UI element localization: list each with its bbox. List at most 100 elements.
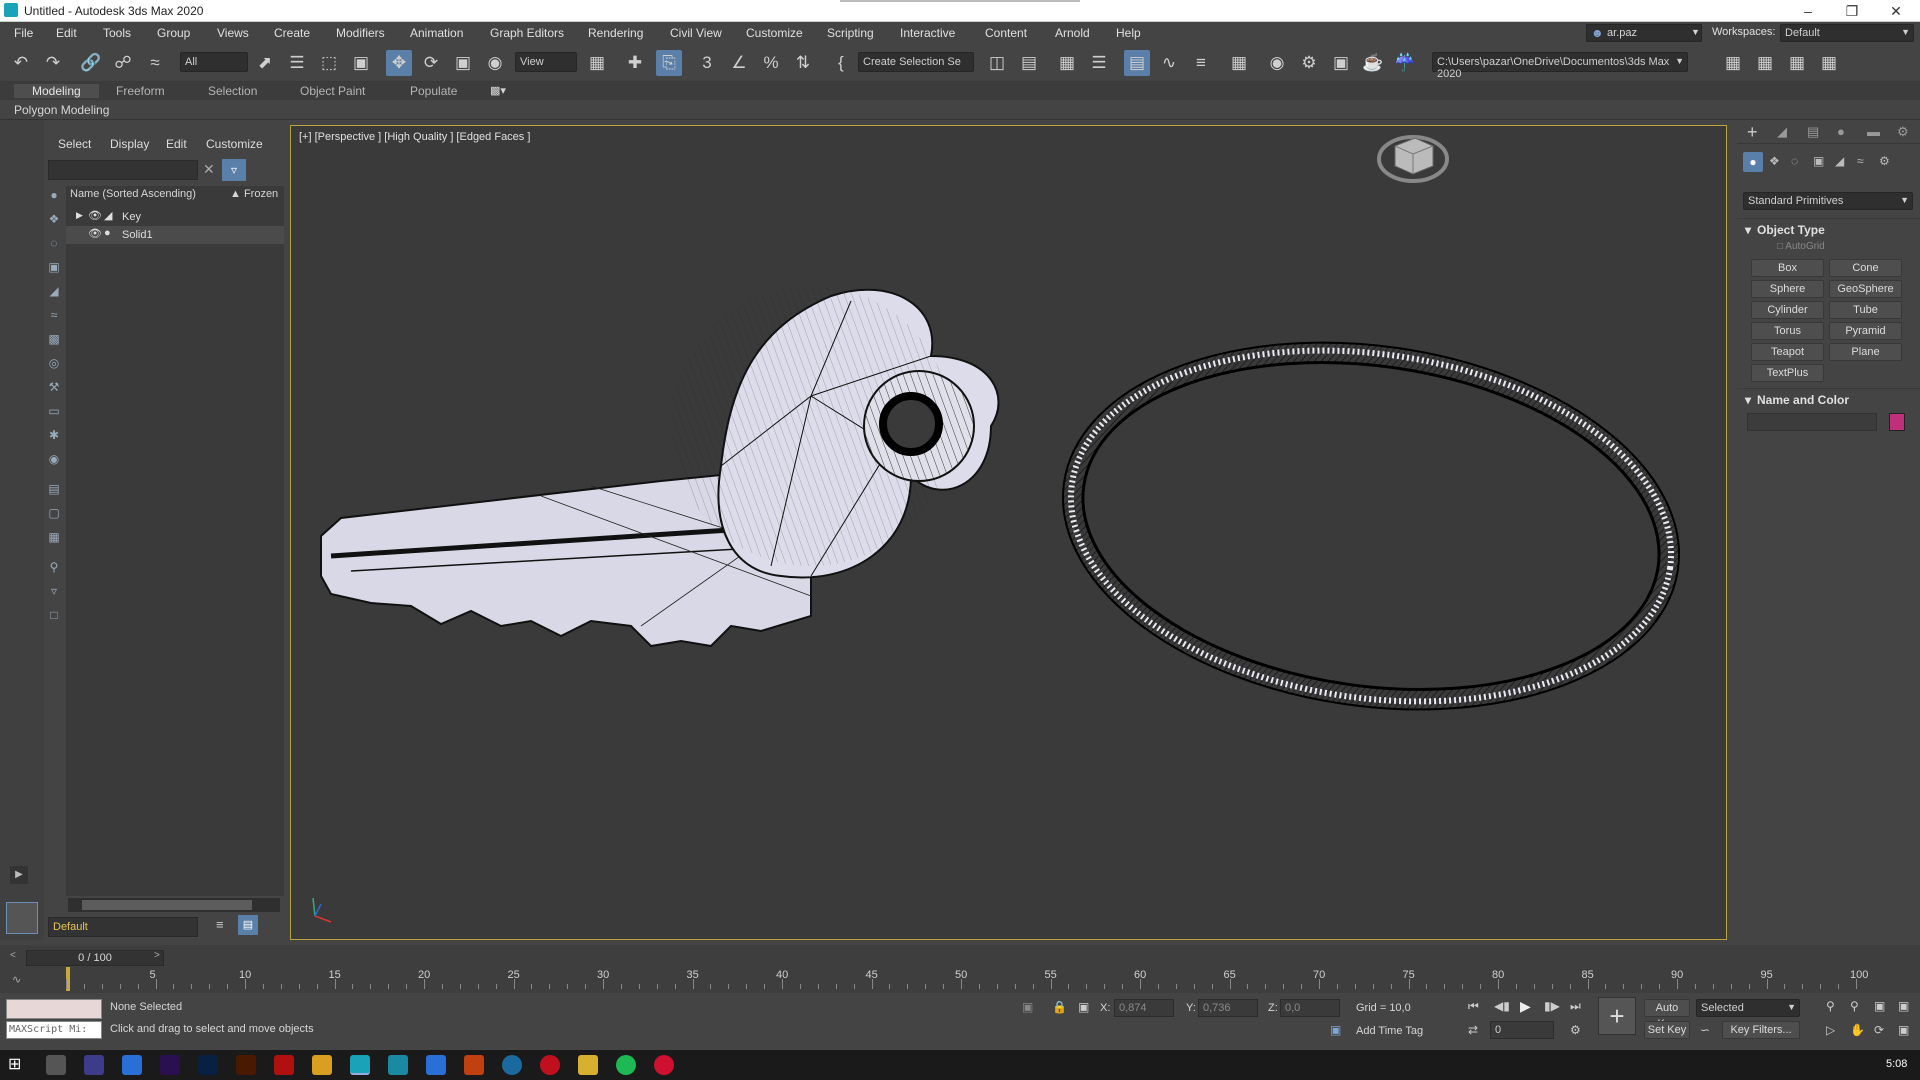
orbit-icon[interactable]: ⟳ [1874, 1023, 1884, 1037]
lights-category-icon[interactable]: ◌ [1791, 154, 1798, 168]
snaps-toggle-icon[interactable]: 3 [694, 50, 720, 76]
eye-icon[interactable]: 👁 [88, 227, 102, 240]
curve-editor-icon[interactable]: ∿ [1156, 50, 1182, 76]
object-type-title[interactable]: Object Type [1757, 223, 1825, 237]
key-ring[interactable] [1039, 305, 1703, 748]
app-icon-6[interactable] [654, 1055, 674, 1075]
display-space-warps-icon[interactable]: ≈ [44, 305, 64, 325]
render-iterative-icon[interactable]: ☔ [1392, 50, 1418, 76]
current-frame-field[interactable]: 0 [1490, 1021, 1554, 1039]
edit-named-sets-icon[interactable]: { [828, 50, 854, 76]
viewport-canvas[interactable] [291, 126, 1726, 939]
layers-icon[interactable]: ≡ [216, 917, 224, 932]
menu-graph-editors[interactable]: Graph Editors [490, 26, 564, 40]
ribbon-tab-populate[interactable]: Populate [392, 84, 475, 98]
menu-file[interactable]: File [14, 26, 33, 40]
create-tab-icon[interactable]: + [1747, 122, 1758, 143]
filter-toggle-icon[interactable]: ▿ [44, 581, 64, 601]
premiere-icon[interactable] [160, 1055, 180, 1075]
display-cameras-icon[interactable]: ▣ [44, 257, 64, 277]
filter-icon[interactable]: ▿ [222, 159, 246, 181]
textplus-button[interactable]: TextPlus [1751, 364, 1824, 382]
schematic-view-icon[interactable]: ▦ [1226, 50, 1252, 76]
minimize-icon[interactable]: – [1786, 0, 1830, 22]
display-shapes-icon[interactable]: ❖ [44, 209, 64, 229]
cameras-category-icon[interactable]: ▣ [1813, 154, 1824, 168]
select-rotate-icon[interactable]: ⟳ [418, 50, 444, 76]
geometry-category-icon[interactable]: ● [1743, 152, 1763, 172]
maxscript-mini-listener[interactable]: MAXScript Mi: [6, 1021, 102, 1039]
scene-tab-customize[interactable]: Customize [206, 137, 263, 151]
object-color-swatch[interactable] [1889, 413, 1905, 431]
add-time-tag[interactable]: Add Time Tag [1356, 1025, 1423, 1037]
expand-arrow-icon[interactable]: ▶ [76, 210, 83, 221]
selection-set-dropdown[interactable]: Create Selection Se [858, 52, 974, 72]
display-all-icon[interactable]: ▤ [44, 479, 64, 499]
maximize-viewport-icon[interactable]: ▣ [1898, 1023, 1909, 1037]
menu-interactive[interactable]: Interactive [900, 26, 955, 40]
key-mode-dropdown[interactable]: Selected ▼ [1696, 999, 1800, 1017]
viewport-perspective[interactable]: [+] [Perspective ] [High Quality ] [Edge… [290, 125, 1727, 940]
link-icon[interactable]: 🔗 [78, 50, 104, 76]
find-icon[interactable]: ⚲ [44, 557, 64, 577]
ribbon-options-icon[interactable]: ▩▾ [490, 84, 506, 97]
list-item[interactable]: ▶ 👁 ◢ Key [66, 208, 284, 226]
app-icon-4[interactable] [426, 1055, 446, 1075]
auto-key-button[interactable]: Auto Key [1644, 999, 1690, 1030]
sphere-button[interactable]: Sphere [1751, 280, 1824, 298]
track-bar[interactable]: 5 10 15 20 25 30 35 40 45 50 55 60 65 70 75 80 85 90 95 100 [66, 967, 1868, 991]
display-geometry-icon[interactable]: ● [44, 185, 64, 205]
acrobat-icon[interactable] [274, 1055, 294, 1075]
spacewarps-category-icon[interactable]: ≈ [1857, 154, 1864, 168]
toggle-ribbon-icon[interactable]: ▤ [1124, 50, 1150, 76]
user-account[interactable]: ☻ ar.paz ▼ [1586, 24, 1702, 42]
unlink-icon[interactable]: ☍ [110, 50, 136, 76]
render-production-icon[interactable]: ☕ [1360, 50, 1386, 76]
display-containers-icon[interactable]: ▭ [44, 401, 64, 421]
display-groups-icon[interactable]: ▩ [44, 329, 64, 349]
app-icon-1[interactable] [84, 1055, 104, 1075]
select-move-icon[interactable]: ✥ [386, 50, 412, 76]
time-tag-icon[interactable]: ▣ [1330, 1023, 1341, 1037]
word-icon[interactable] [122, 1055, 142, 1075]
menu-customize[interactable]: Customize [746, 26, 803, 40]
autogrid-checkbox[interactable]: □ AutoGrid [1777, 241, 1825, 252]
zoom-icon[interactable]: ⚲ [1826, 999, 1835, 1013]
ref-coord-dropdown[interactable]: View [515, 52, 577, 72]
maxscript-listener-input[interactable] [6, 999, 102, 1019]
photoshop-icon[interactable] [198, 1055, 218, 1075]
prev-frame-icon[interactable]: < [10, 950, 16, 961]
select-by-name-icon[interactable]: ☰ [284, 50, 310, 76]
menu-civil-view[interactable]: Civil View [670, 26, 722, 40]
name-color-title[interactable]: Name and Color [1757, 393, 1849, 407]
shapes-category-icon[interactable]: ❖ [1769, 154, 1780, 168]
browser-icon[interactable] [502, 1055, 522, 1075]
geosphere-button[interactable]: GeoSphere [1829, 280, 1902, 298]
scene-tab-edit[interactable]: Edit [166, 137, 187, 151]
horizontal-scrollbar[interactable] [68, 898, 280, 912]
default-in-out-icon[interactable]: ∽ [1700, 1023, 1710, 1037]
menu-tools[interactable]: Tools [103, 26, 131, 40]
ribbon-tab-freeform[interactable]: Freeform [98, 84, 183, 98]
key-filters-button[interactable]: Key Filters... [1722, 1021, 1800, 1039]
menu-group[interactable]: Group [157, 26, 190, 40]
y-coord-field[interactable]: 0,736 [1198, 999, 1258, 1017]
menu-content[interactable]: Content [985, 26, 1027, 40]
collapse-arrow-icon[interactable]: ▾ [1745, 223, 1751, 237]
key-model[interactable] [320, 286, 1000, 648]
pivot-center-icon[interactable]: ▦ [584, 50, 610, 76]
windows-start-icon[interactable]: ⊞ [8, 1054, 21, 1074]
display-bones-icon[interactable]: ⚒ [44, 377, 64, 397]
plane-button[interactable]: Plane [1829, 343, 1902, 361]
menu-rendering[interactable]: Rendering [588, 26, 643, 40]
project-folder-dropdown[interactable]: C:\Users\pazar\OneDrive\Documentos\3ds M… [1432, 52, 1688, 80]
layer-dropdown[interactable]: Default [48, 917, 198, 937]
scene-search-input[interactable] [48, 160, 198, 180]
set-keys-icon[interactable]: + [1598, 997, 1636, 1035]
mirror-icon[interactable]: ◫ [984, 50, 1010, 76]
previous-key-icon[interactable]: ◀▮ [1494, 999, 1510, 1013]
bind-space-warp-icon[interactable]: ≈ [142, 50, 168, 76]
dope-sheet-icon[interactable]: ≡ [1188, 50, 1214, 76]
ribbon-tab-object-paint[interactable]: Object Paint [282, 84, 383, 98]
display-tab-icon[interactable]: ▬ [1867, 124, 1880, 139]
